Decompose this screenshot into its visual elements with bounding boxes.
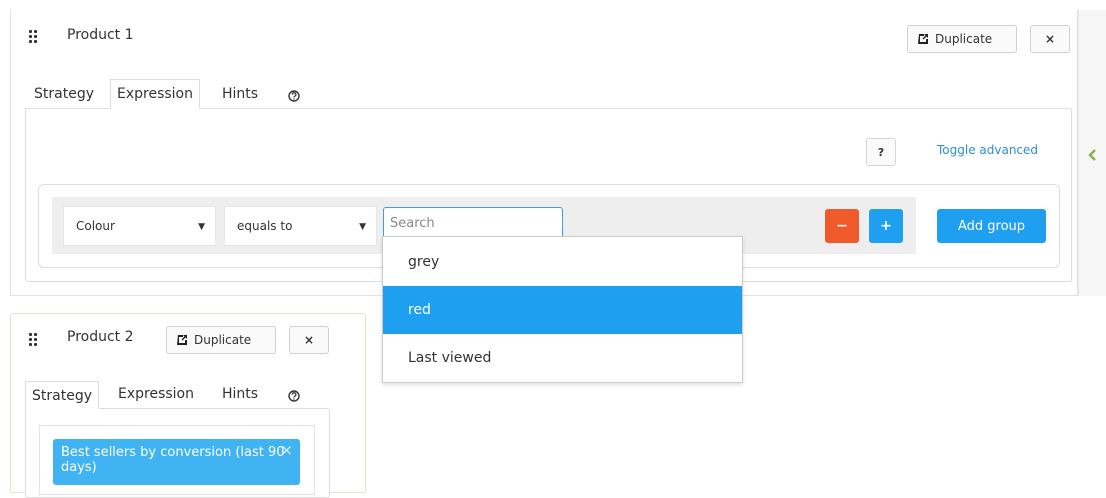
side-collapse-strip[interactable] — [1078, 10, 1106, 296]
product-1-tab-hints[interactable]: Hints — [216, 80, 264, 108]
dropdown-option-last-viewed[interactable]: Last viewed — [383, 334, 742, 382]
value-search-input[interactable] — [383, 207, 563, 239]
question-circle-icon[interactable] — [288, 87, 300, 102]
remove-rule-button[interactable]: − — [825, 209, 859, 243]
toggle-advanced-link[interactable]: Toggle advanced — [937, 143, 1038, 157]
drag-handle-icon[interactable] — [29, 30, 39, 44]
dropdown-option-grey[interactable]: grey — [383, 238, 742, 286]
operator-select-value: equals to — [237, 219, 293, 233]
product-2-close-button[interactable]: × — [289, 326, 329, 354]
value-dropdown: grey red Last viewed — [382, 236, 743, 383]
operator-select[interactable]: equals to ▼ — [224, 206, 377, 246]
product-2-title: Product 2 — [67, 329, 134, 345]
strategy-tag-label: Best sellers by conversion (last 90 days… — [61, 445, 285, 475]
product-1-tab-strategy[interactable]: Strategy — [28, 80, 100, 108]
close-icon[interactable]: × — [280, 443, 293, 458]
product-2-tab-expression[interactable]: Expression — [112, 380, 200, 408]
help-button[interactable]: ? — [866, 138, 896, 166]
strategy-tag[interactable]: Best sellers by conversion (last 90 days… — [53, 439, 300, 485]
question-circle-icon[interactable] — [288, 387, 300, 402]
product-2-duplicate-button[interactable]: Duplicate — [166, 326, 276, 354]
add-group-button[interactable]: Add group — [937, 209, 1046, 243]
product-1-close-button[interactable]: × — [1030, 25, 1070, 53]
add-rule-button[interactable]: + — [869, 209, 903, 243]
external-link-icon — [176, 334, 188, 346]
product-1-title: Product 1 — [67, 27, 134, 43]
duplicate-label: Duplicate — [935, 32, 993, 46]
duplicate-label: Duplicate — [194, 333, 252, 347]
chevron-left-icon[interactable] — [1088, 146, 1097, 165]
external-link-icon — [917, 33, 929, 45]
product-1-tab-expression[interactable]: Expression — [110, 79, 200, 109]
product-2-tab-hints[interactable]: Hints — [216, 380, 264, 408]
product-1-duplicate-button[interactable]: Duplicate — [907, 25, 1017, 53]
field-select-value: Colour — [76, 219, 115, 233]
field-select[interactable]: Colour ▼ — [63, 206, 216, 246]
caret-down-icon: ▼ — [359, 222, 366, 232]
dropdown-option-red[interactable]: red — [383, 286, 742, 334]
product-2-tab-strategy[interactable]: Strategy — [25, 381, 99, 409]
caret-down-icon: ▼ — [198, 222, 205, 232]
drag-handle-icon[interactable] — [29, 333, 39, 347]
